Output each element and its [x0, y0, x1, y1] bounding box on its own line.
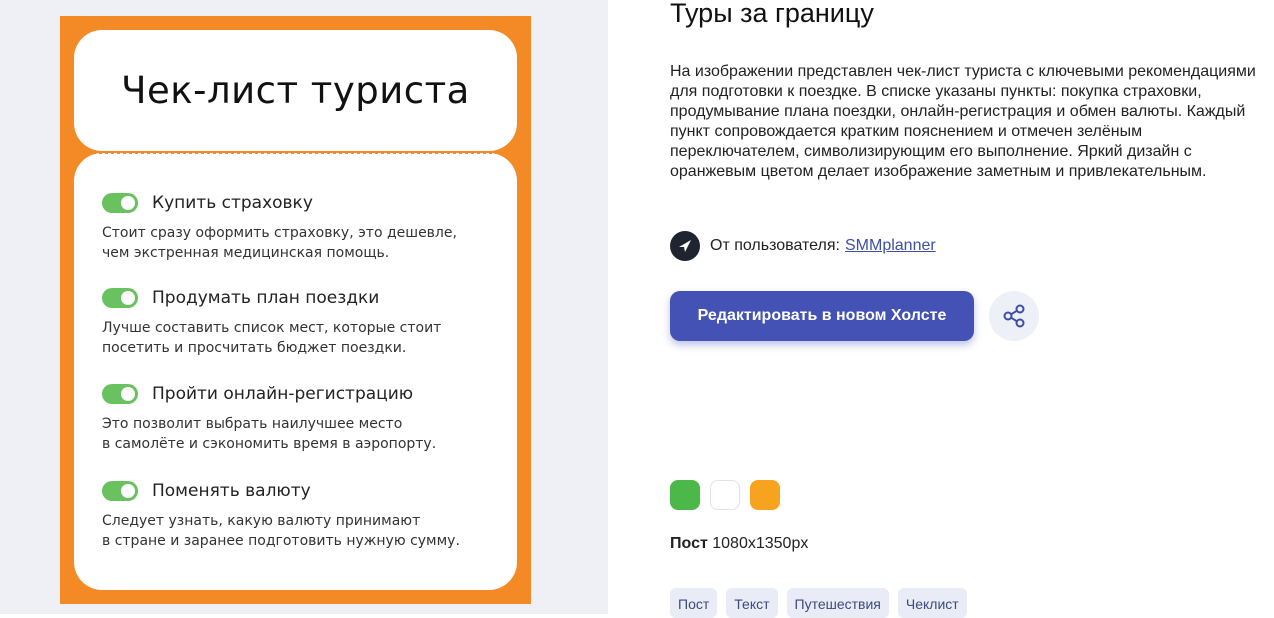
checklist-item-desc: Стоит сразу оформить страховку, это деше…: [102, 225, 457, 241]
checklist-item-desc: Лучше составить список мест, которые сто…: [102, 320, 442, 336]
toggle-on-icon: [102, 481, 138, 501]
checklist-item: Пройти онлайн-регистрацию Это позволит в…: [102, 382, 502, 454]
ticket-perforation: [86, 151, 506, 154]
preview-image: Чек-лист туриста Купить страховку Стоит …: [60, 16, 531, 604]
template-description: На изображении представлен чек-лист тури…: [670, 63, 1256, 180]
author-row: От пользователя: SMMplanner: [670, 231, 936, 261]
author-link[interactable]: SMMplanner: [845, 237, 936, 255]
toggle-on-icon: [102, 384, 138, 404]
checklist-item: Продумать план поездки Лучше составить с…: [102, 286, 502, 358]
checklist-item-title: Поменять валюту: [152, 481, 311, 501]
format-info: Пост 1080x1350px: [670, 535, 808, 553]
checklist-item-desc: чем экстренная медицинская помощь.: [102, 245, 390, 261]
author-label: От пользователя:: [710, 237, 840, 254]
ticket-header: Чек-лист туриста: [74, 30, 517, 151]
checklist-heading: Чек-лист туриста: [121, 69, 470, 112]
checklist-item-desc: в самолёте и сэкономить время в аэропорт…: [102, 436, 437, 452]
preview-panel: Чек-лист туриста Купить страховку Стоит …: [0, 0, 608, 614]
toggle-on-icon: [102, 288, 138, 308]
paper-plane-icon: [670, 231, 700, 261]
format-size: 1080x1350px: [712, 535, 809, 552]
page-title: Туры за границу: [670, 0, 874, 28]
share-button[interactable]: [989, 291, 1039, 341]
checklist-item-title: Пройти онлайн-регистрацию: [152, 384, 414, 404]
color-swatches: [670, 480, 780, 510]
checklist-item-title: Купить страховку: [152, 193, 313, 213]
share-icon: [1003, 304, 1025, 328]
checklist-item: Купить страховку Стоит сразу оформить ст…: [102, 191, 502, 263]
format-label: Пост: [670, 535, 708, 552]
checklist-item: Поменять валюту Следует узнать, какую ва…: [102, 479, 502, 551]
color-swatch-green[interactable]: [670, 480, 700, 510]
checklist-body: Купить страховку Стоит сразу оформить ст…: [74, 153, 517, 590]
checklist-item-desc: Это позволит выбрать наилучшее место: [102, 416, 403, 432]
color-swatch-orange[interactable]: [750, 480, 780, 510]
color-swatch-white[interactable]: [710, 480, 740, 510]
toggle-on-icon: [102, 193, 138, 213]
edit-in-canvas-button[interactable]: Редактировать в новом Холсте: [670, 291, 974, 341]
checklist-item-desc: Следует узнать, какую валюту принимают: [102, 513, 421, 529]
checklist-item-desc: в стране и заранее подготовить нужную су…: [102, 533, 460, 549]
checklist-item-title: Продумать план поездки: [152, 288, 380, 308]
checklist-item-desc: посетить и просчитать бюджет поездки.: [102, 340, 407, 356]
